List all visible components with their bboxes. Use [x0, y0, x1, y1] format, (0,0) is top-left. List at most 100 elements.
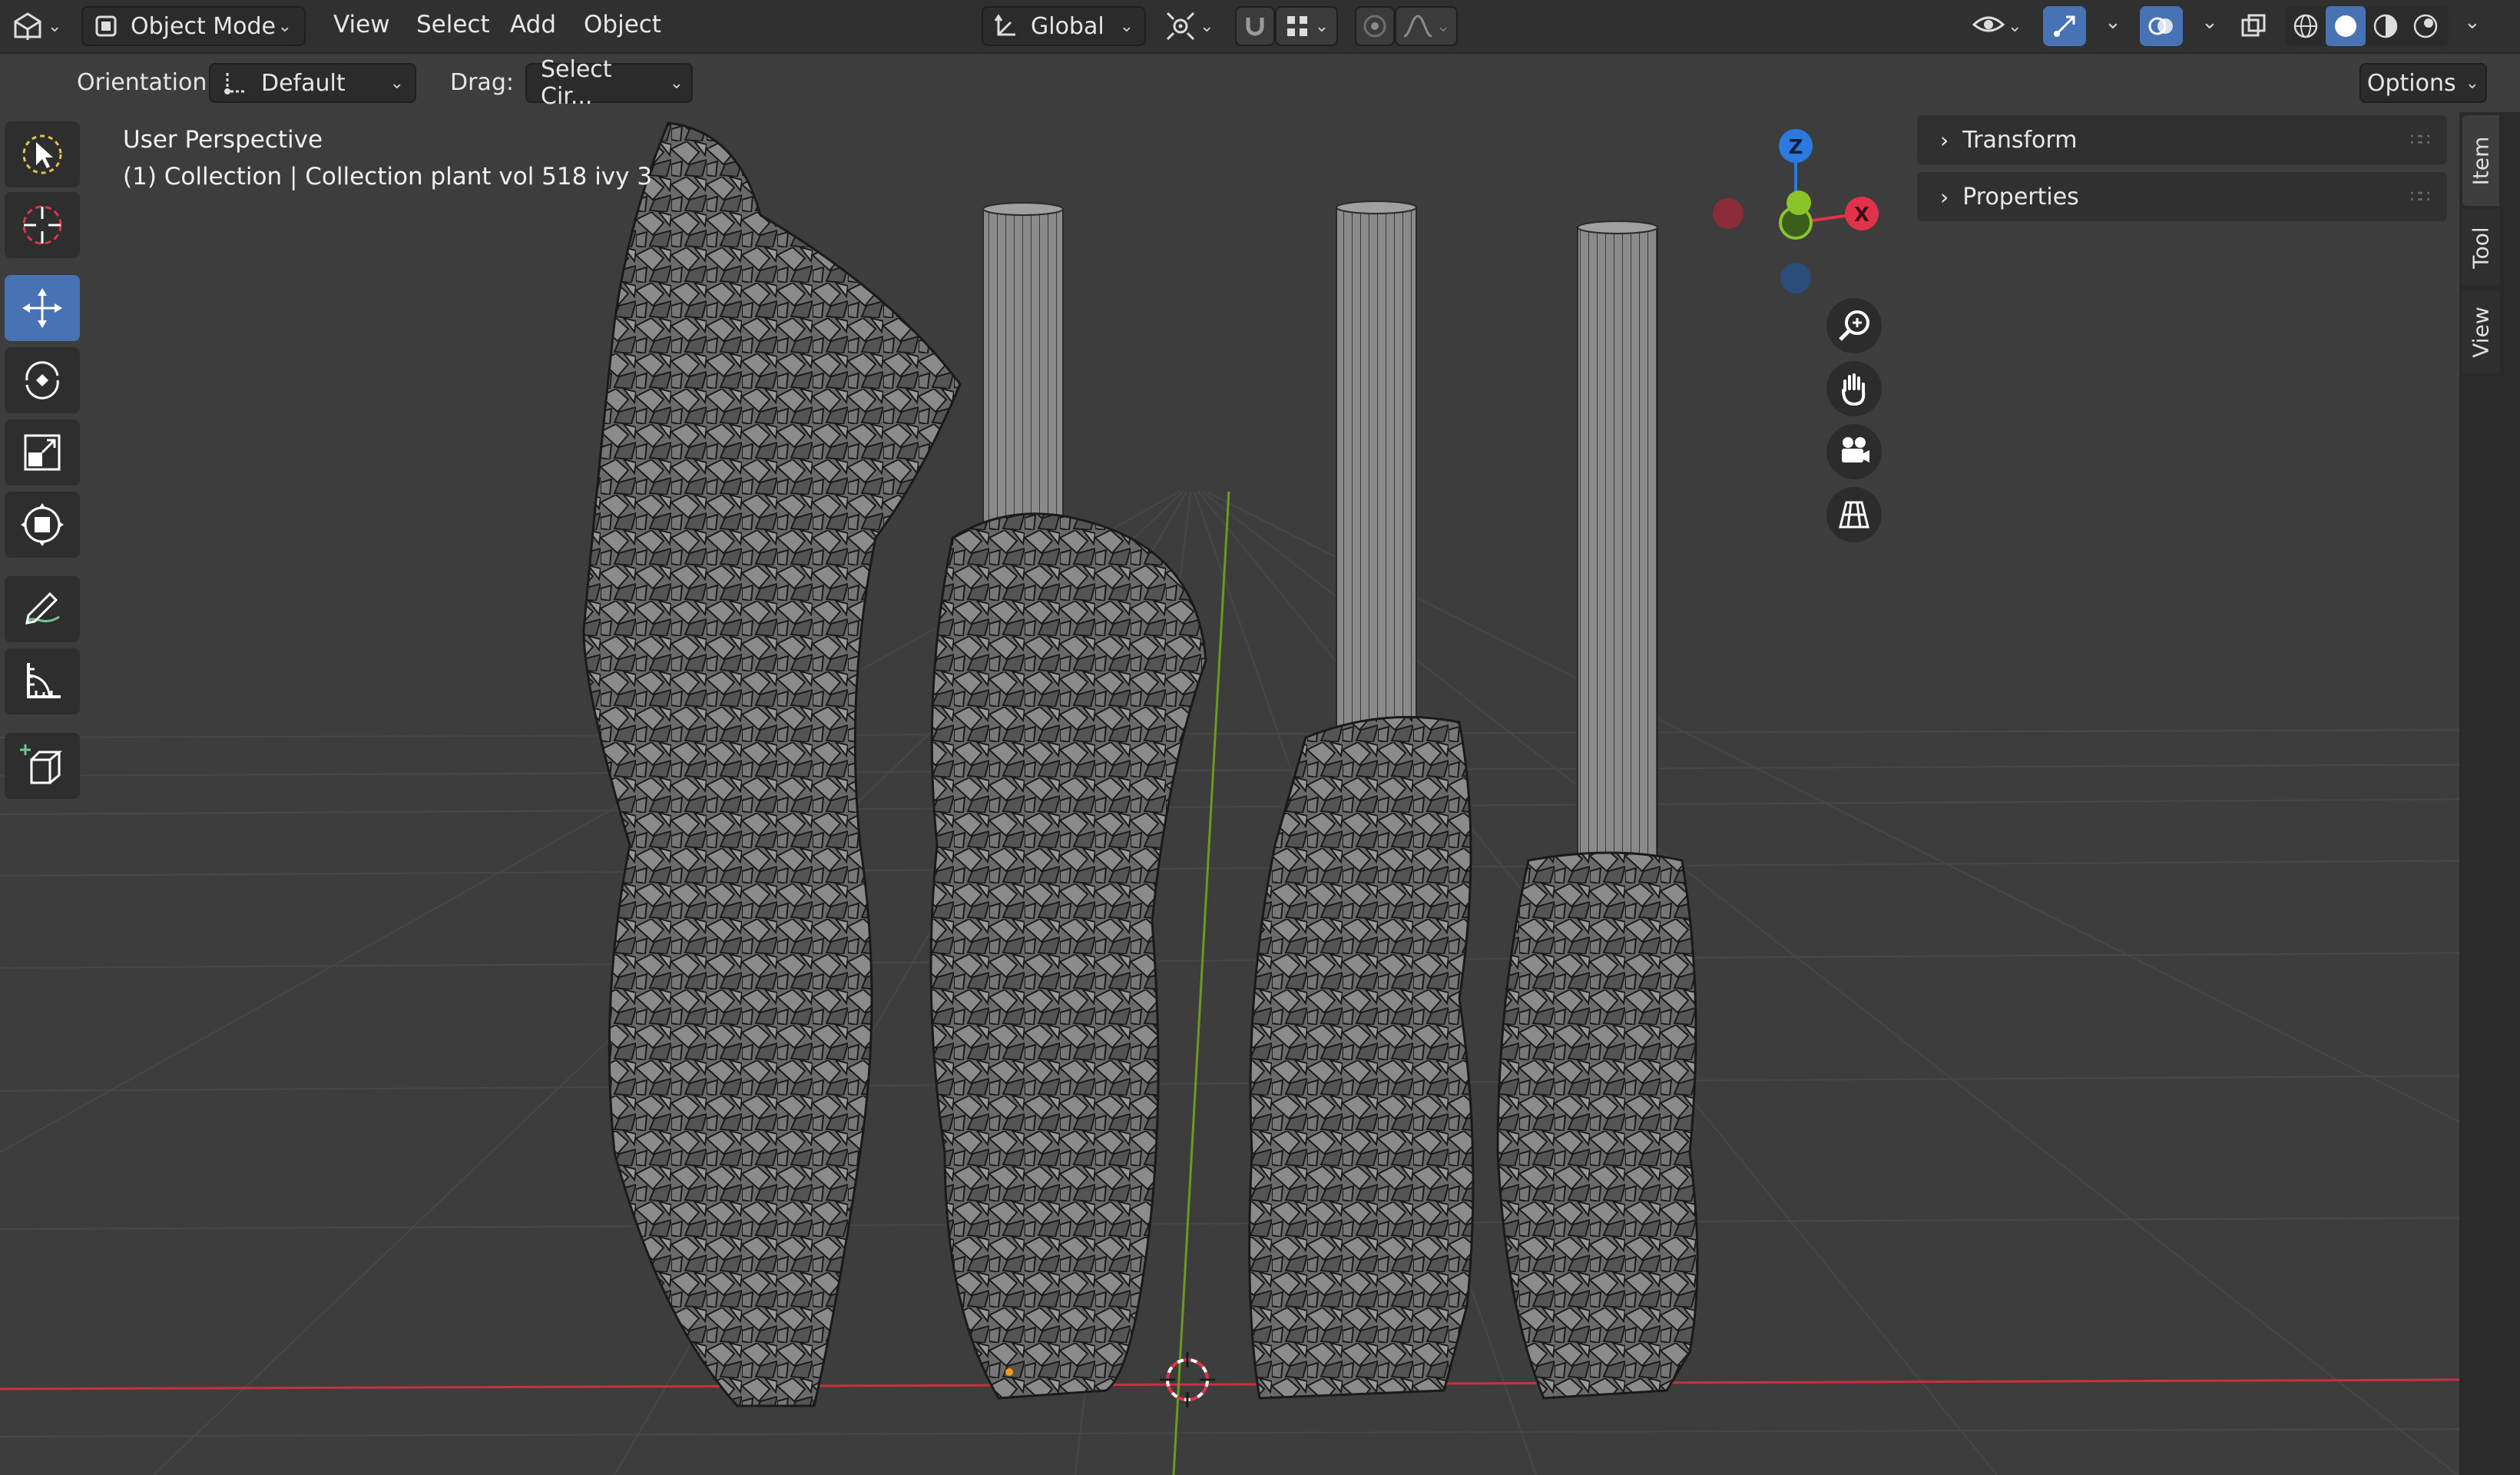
- gizmo-icon: [2054, 15, 2075, 37]
- 3d-viewport-icon: [14, 12, 41, 40]
- visibility-button[interactable]: ⌄: [1972, 9, 2031, 43]
- object-mode-icon: [95, 15, 117, 37]
- orientation-icon: [224, 73, 244, 94]
- 3d-cursor: [1160, 1352, 1215, 1407]
- material-sphere-icon: [2373, 14, 2398, 38]
- gizmo-y-axis: [1787, 191, 1811, 215]
- ivy-plant-2: [929, 202, 1207, 1400]
- scale-tool[interactable]: [5, 419, 80, 486]
- collection-info: (1) Collection | Collection plant vol 51…: [123, 163, 653, 191]
- editor-type-button[interactable]: ⌄: [11, 9, 65, 43]
- ortho-grid-icon: [1839, 501, 1869, 529]
- cursor-tool[interactable]: [5, 192, 80, 258]
- ortho-toggle-button[interactable]: [1826, 487, 1882, 542]
- chevron-down-icon: ⌄: [669, 73, 684, 93]
- options-dropdown[interactable]: Options ⌄: [2359, 63, 2487, 103]
- overlay-toggle[interactable]: [2140, 6, 2183, 46]
- drag-label: Drag:: [450, 69, 514, 96]
- rotate-icon: [25, 361, 59, 399]
- overlay-options-dropdown[interactable]: ⌄: [2201, 11, 2218, 34]
- gizmo-neg-x: [1713, 198, 1743, 229]
- gizmo-options-dropdown[interactable]: ⌄: [2104, 11, 2121, 34]
- drag-select[interactable]: Select Cir... ⌄: [525, 56, 693, 110]
- gizmo-neg-z: [1780, 263, 1811, 293]
- drag-handle-icon[interactable]: ∷∷: [2410, 131, 2430, 150]
- chevron-down-icon: ⌄: [1119, 16, 1134, 36]
- ruler-measure-icon: [27, 663, 61, 698]
- camera-icon: [1842, 437, 1869, 462]
- tab-item-label: Item: [2468, 136, 2494, 185]
- shading-options-dropdown[interactable]: ⌄: [2464, 11, 2481, 34]
- sidebar-panels: › Transform ∷∷ › Properties ∷∷: [1917, 112, 2447, 235]
- chevron-right-icon: ›: [1940, 184, 1949, 210]
- proportional-edit-toggle[interactable]: [1355, 6, 1395, 46]
- view-name: User Perspective: [123, 126, 323, 154]
- measure-tool[interactable]: [5, 648, 80, 714]
- shading-wireframe-button[interactable]: [2286, 6, 2326, 46]
- orientation-select[interactable]: Default ⌄: [209, 63, 416, 103]
- transform-icon: [21, 503, 64, 546]
- navigation-gizmo[interactable]: Z X: [1700, 123, 1900, 300]
- ivy-plant-4: [1496, 220, 1699, 1400]
- shading-material-button[interactable]: [2366, 6, 2406, 46]
- rendered-sphere-icon: [2413, 14, 2438, 38]
- 3d-viewport[interactable]: User Perspective (1) Collection | Collec…: [0, 112, 2520, 1475]
- transform-tool[interactable]: [5, 492, 80, 558]
- shading-rendered-button[interactable]: [2406, 6, 2445, 46]
- tab-view[interactable]: View: [2462, 290, 2499, 373]
- object-origin-dot: [1005, 1368, 1013, 1376]
- gizmo-x-label: X: [1854, 204, 1869, 227]
- transform-panel-header[interactable]: › Transform ∷∷: [1917, 115, 2447, 164]
- menu-view[interactable]: View: [333, 11, 390, 38]
- xray-toggle[interactable]: [2234, 6, 2273, 46]
- chevron-down-icon: ⌄: [1200, 16, 1214, 36]
- ivy-plant-3: [1248, 201, 1475, 1400]
- tab-tool[interactable]: Tool: [2462, 209, 2499, 286]
- properties-panel-header[interactable]: › Properties ∷∷: [1917, 172, 2447, 221]
- wireframe-sphere-icon: [2293, 14, 2318, 38]
- rotate-tool[interactable]: [5, 347, 80, 413]
- crosshair-cursor-icon: [22, 205, 62, 245]
- annotate-tool[interactable]: [5, 576, 80, 642]
- orientation-label: Orientation:: [77, 69, 215, 96]
- shading-solid-button[interactable]: [2326, 6, 2366, 46]
- gizmo-toggle[interactable]: [2043, 6, 2086, 46]
- ivy-plant-1: [582, 121, 962, 1407]
- camera-view-button[interactable]: [1826, 424, 1882, 479]
- chevron-down-icon: ⌄: [1314, 16, 1330, 36]
- viewport-scene[interactable]: [0, 112, 2520, 1475]
- move-tool[interactable]: [5, 275, 80, 341]
- chevron-down-icon: ⌄: [48, 16, 62, 36]
- pan-button[interactable]: [1826, 361, 1882, 416]
- hand-pan-icon: [1842, 373, 1866, 406]
- overlay-icon: [2148, 17, 2173, 35]
- falloff-select[interactable]: ⌄: [1395, 6, 1458, 46]
- tab-view-label: View: [2468, 306, 2494, 358]
- eye-visibility-icon: [1972, 16, 2005, 32]
- zoom-button[interactable]: [1826, 298, 1882, 353]
- chevron-down-icon: ⌄: [389, 73, 404, 93]
- add-cube-tool[interactable]: [5, 733, 80, 799]
- menu-select[interactable]: Select: [416, 11, 490, 38]
- mode-select[interactable]: Object Mode ⌄: [81, 6, 306, 46]
- snap-target-select[interactable]: ⌄: [1275, 6, 1338, 46]
- add-cube-icon: [20, 744, 63, 784]
- tab-item[interactable]: Item: [2462, 115, 2499, 206]
- transform-orientation-label: Global: [1031, 12, 1104, 40]
- shading-mode-group: [2286, 6, 2449, 46]
- transform-orientation-select[interactable]: Global ⌄: [982, 6, 1146, 46]
- transform-panel-title: Transform: [1962, 126, 2078, 154]
- move-arrows-icon: [22, 288, 62, 328]
- orientation-value: Default: [261, 69, 346, 97]
- pivot-point-icon: [1166, 12, 1195, 41]
- menu-object[interactable]: Object: [584, 11, 661, 38]
- solid-sphere-icon: [2335, 15, 2356, 37]
- pivot-point-button[interactable]: ⌄: [1164, 9, 1224, 43]
- chevron-down-icon: ⌄: [277, 16, 292, 36]
- drag-handle-icon[interactable]: ∷∷: [2410, 187, 2430, 207]
- menu-add[interactable]: Add: [510, 11, 556, 38]
- select-box-tool[interactable]: [5, 121, 80, 187]
- zoom-icon: [1839, 310, 1869, 341]
- pencil-annotate-icon: [25, 592, 60, 625]
- snap-toggle[interactable]: [1235, 6, 1275, 46]
